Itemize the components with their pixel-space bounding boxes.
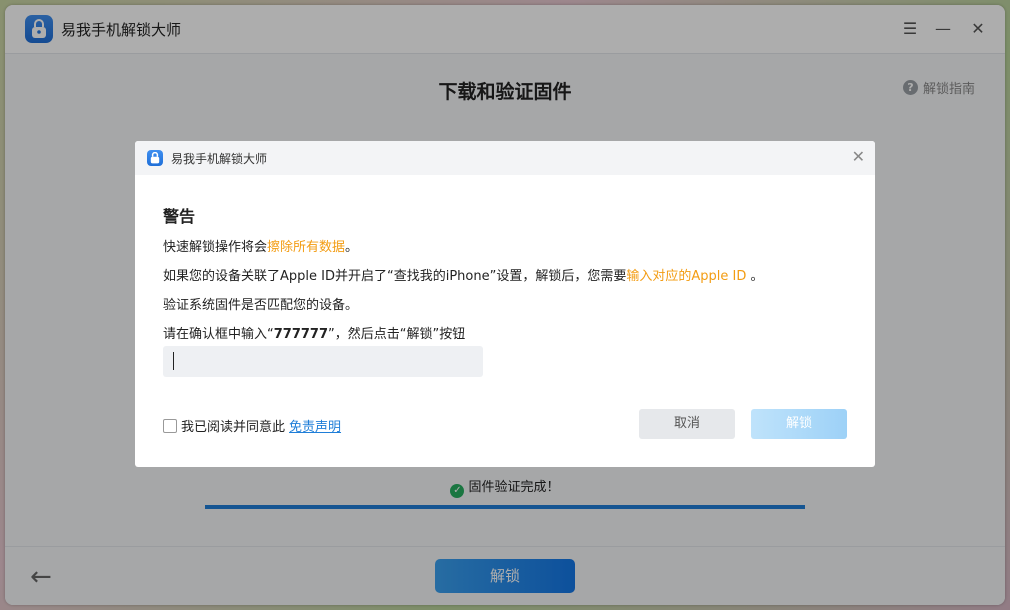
line4-text: 请在确认框中输入“ [163,327,274,342]
dialog-header: 易我手机解锁大师 ✕ [135,141,875,175]
warning-line-1: 快速解锁操作将会擦除所有数据。 [163,236,358,255]
disclaimer-link[interactable]: 免责声明 [289,416,341,435]
dialog-unlock-button[interactable]: 解锁 [751,409,847,439]
warning-heading: 警告 [163,207,196,226]
dialog-title: 易我手机解锁大师 [171,152,268,166]
confirm-code: 777777 [273,327,329,342]
warning-line-2: 如果您的设备关联了Apple ID并开启了“查找我的iPhone”设置，解锁后，… [163,265,763,284]
lock-icon [147,150,163,166]
line1-text: 快速解锁操作将会 [163,240,268,255]
warning-line-4: 请在确认框中输入“777777”，然后点击“解锁”按钮 [163,323,465,342]
apple-id-highlight: 输入对应的Apple ID [626,269,747,284]
modal-overlay: 易我手机解锁大师 ✕ 警告 快速解锁操作将会擦除所有数据。 如果您的设备关联了A… [0,0,1010,610]
warning-line-3: 验证系统固件是否匹配您的设备。 [163,298,359,313]
line4-suffix: ”，然后点击“解锁”按钮 [328,327,466,342]
agreement-row: 我已阅读并同意此 免责声明 [163,416,341,435]
agree-checkbox[interactable] [163,418,177,433]
agree-text: 我已阅读并同意此 [181,420,286,435]
erase-data-highlight: 擦除所有数据 [267,240,346,255]
line2-text: 如果您的设备关联了Apple ID并开启了“查找我的iPhone”设置，解锁后，… [163,269,627,284]
line1-suffix: 。 [345,240,359,255]
text-cursor [173,352,174,370]
cancel-button[interactable]: 取消 [639,409,735,439]
confirm-code-input[interactable] [163,346,483,377]
warning-dialog: 易我手机解锁大师 ✕ 警告 快速解锁操作将会擦除所有数据。 如果您的设备关联了A… [135,141,875,467]
dialog-close-icon[interactable]: ✕ [852,148,865,166]
line2-suffix: 。 [746,269,764,284]
